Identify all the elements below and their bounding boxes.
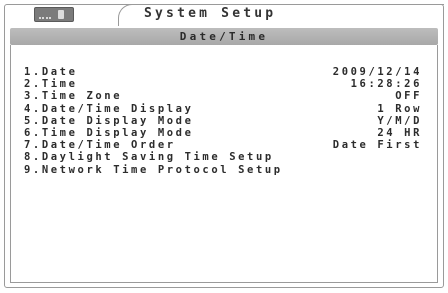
menu-item-value: OFF (395, 90, 422, 103)
menu-item-label: 2.Time (24, 78, 78, 91)
menu-item-date[interactable]: 1.Date 2009/12/14 (24, 66, 422, 78)
menu-item-label: 6.Time Display Mode (24, 126, 194, 139)
setup-screen: System Setup Date/Time 1.Date 2009/12/14… (0, 0, 448, 293)
menu-item-time-display-mode[interactable]: 6.Time Display Mode 24 HR (24, 127, 422, 139)
menu-item-value: Y/M/D (377, 114, 422, 127)
section-title: Date/Time (179, 30, 269, 43)
menu-item-label: 1.Date (24, 66, 78, 78)
menu-item-label: 7.Date/Time Order (24, 139, 176, 152)
menu-item-label: 9.Network Time Protocol Setup (24, 163, 283, 176)
menu-item-time-zone[interactable]: 3.Time Zone OFF (24, 90, 422, 102)
menu-item-value: 1 Row (377, 102, 422, 115)
battery-plug-icon (34, 7, 74, 22)
battery-level-dots (39, 15, 51, 19)
menu-item-daylight-saving[interactable]: 8.Daylight Saving Time Setup (24, 151, 422, 163)
section-header: Date/Time (10, 28, 438, 45)
page-title: System Setup (144, 6, 277, 21)
plug-icon (58, 10, 64, 19)
menu-item-datetime-order[interactable]: 7.Date/Time Order Date First (24, 139, 422, 151)
menu-item-ntp-setup[interactable]: 9.Network Time Protocol Setup (24, 164, 422, 176)
menu-item-date-display-mode[interactable]: 5.Date Display Mode Y/M/D (24, 115, 422, 127)
menu-item-time[interactable]: 2.Time 16:28:26 (24, 78, 422, 90)
menu-item-datetime-display[interactable]: 4.Date/Time Display 1 Row (24, 103, 422, 115)
menu-item-value: 2009/12/14 (332, 66, 422, 78)
menu-item-label: 4.Date/Time Display (24, 102, 194, 115)
menu-item-value: 24 HR (377, 126, 422, 139)
datetime-menu: 1.Date 2009/12/14 2.Time 16:28:26 3.Time… (24, 66, 422, 176)
menu-item-value: Date First (332, 139, 422, 152)
menu-item-value: 16:28:26 (350, 78, 422, 91)
menu-item-label: 3.Time Zone (24, 90, 123, 103)
menu-item-label: 8.Daylight Saving Time Setup (24, 151, 274, 164)
menu-item-label: 5.Date Display Mode (24, 114, 194, 127)
